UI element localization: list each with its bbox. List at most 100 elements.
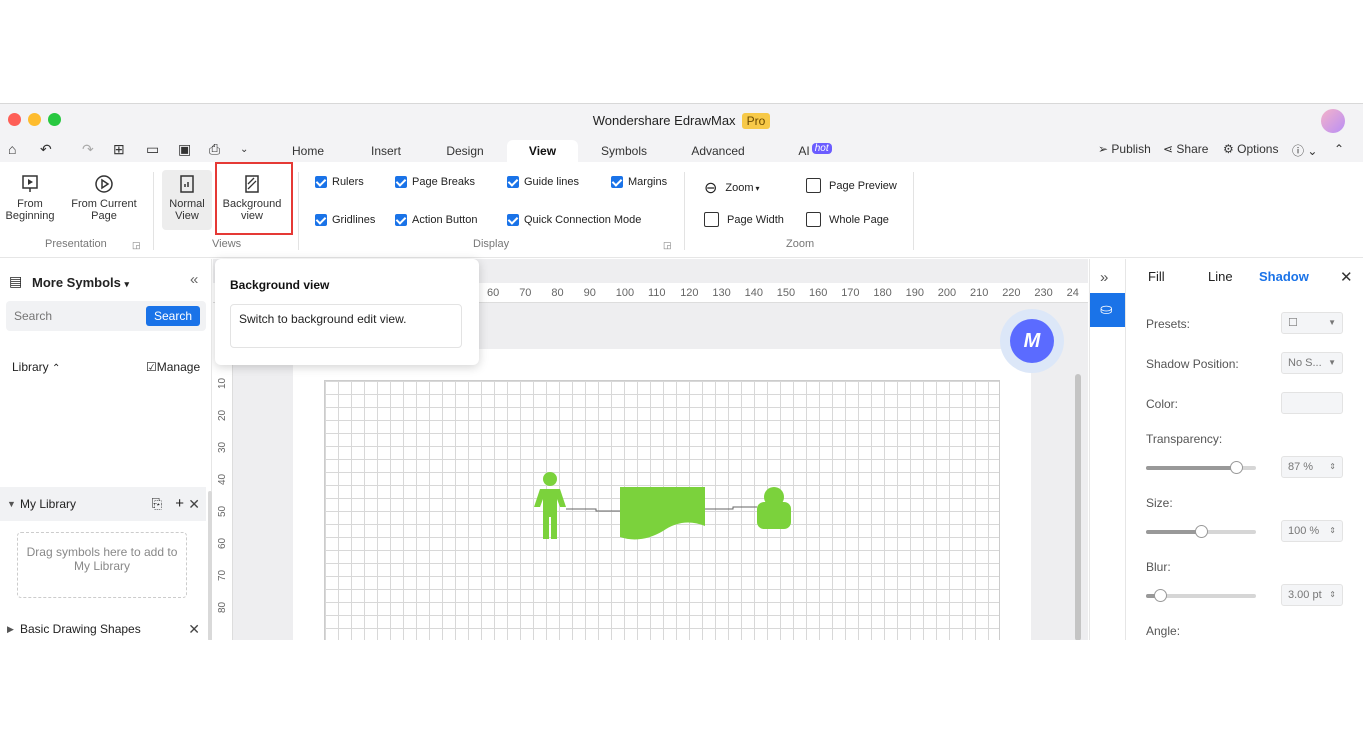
dialog-launcher-icon[interactable]: ◲ xyxy=(663,240,672,251)
vertical-scrollbar[interactable] xyxy=(1075,374,1081,640)
page-preview-button[interactable]: Page Preview xyxy=(806,178,897,193)
tab-home[interactable]: Home xyxy=(283,140,333,162)
import-icon[interactable]: ⎘ xyxy=(152,487,162,521)
rulers-label: Rulers xyxy=(332,176,364,188)
collapse-panel-icon[interactable]: « xyxy=(190,271,198,288)
window-title: Wondershare EdrawMax Pro xyxy=(0,113,1363,129)
ruler-tick: 30 xyxy=(217,441,228,453)
size-stepper[interactable]: 100 % ⇕ xyxy=(1281,520,1343,542)
stepper-icon[interactable]: ⇕ xyxy=(1329,521,1336,541)
library-header[interactable]: Library ⌃ xyxy=(12,360,60,374)
home-icon[interactable]: ⌂ xyxy=(8,141,16,157)
color-picker[interactable] xyxy=(1281,392,1343,414)
from-beginning-label: From Beginning xyxy=(5,198,55,222)
expand-panel-icon[interactable]: » xyxy=(1100,269,1108,286)
tab-insert[interactable]: Insert xyxy=(363,140,409,162)
whole-page-button[interactable]: Whole Page xyxy=(806,212,889,227)
close-icon[interactable]: ✕ xyxy=(188,487,200,521)
tab-view[interactable]: View xyxy=(507,140,578,162)
new-icon[interactable]: ⊞ xyxy=(113,141,125,158)
margins-checkbox[interactable]: Margins xyxy=(611,176,667,188)
shadow-position-select[interactable]: No S... ▼ xyxy=(1281,352,1343,374)
manage-button[interactable]: ☑Manage xyxy=(146,360,200,374)
presets-select[interactable]: ☐ ▼ xyxy=(1281,312,1343,334)
ai-logo-icon: M xyxy=(1010,319,1054,363)
publish-button[interactable]: ➢ Publish xyxy=(1098,142,1151,156)
ruler-tick: 130 xyxy=(712,287,731,299)
print-icon[interactable]: ⎙ xyxy=(209,141,220,158)
tooltip-title: Background view xyxy=(230,278,330,292)
connector-line[interactable] xyxy=(566,508,620,512)
document-shape[interactable] xyxy=(620,487,705,540)
share-button[interactable]: ⋖ Share xyxy=(1163,142,1208,156)
library-drop-zone[interactable]: Drag symbols here to add to My Library xyxy=(17,532,187,598)
transparency-slider[interactable] xyxy=(1146,461,1256,474)
tab-advanced[interactable]: Advanced xyxy=(686,140,750,162)
tab-symbols[interactable]: Symbols xyxy=(596,140,652,162)
help-icon[interactable]: ⓘ ⌄ xyxy=(1292,142,1317,159)
undo-icon[interactable]: ↶ xyxy=(40,141,52,158)
diagram xyxy=(534,472,791,540)
gear-icon: ⚙ xyxy=(1223,142,1234,156)
options-button[interactable]: ⚙ Options xyxy=(1223,142,1278,156)
open-folder-icon[interactable]: ▭ xyxy=(146,141,159,158)
title-bar: Wondershare EdrawMax Pro xyxy=(0,104,1363,136)
close-icon[interactable]: ✕ xyxy=(1340,268,1353,286)
stepper-icon[interactable]: ⇕ xyxy=(1329,585,1336,605)
page-width-button[interactable]: Page Width xyxy=(704,212,784,227)
slider-knob[interactable] xyxy=(1195,525,1208,538)
pro-badge: Pro xyxy=(741,113,771,129)
page-width-label: Page Width xyxy=(727,213,784,226)
connector-line[interactable] xyxy=(705,506,757,510)
more-symbols-title[interactable]: More Symbols ▾ xyxy=(32,275,129,290)
avatar[interactable] xyxy=(1321,109,1345,133)
gridlines-checkbox[interactable]: Gridlines xyxy=(315,214,375,226)
person-shape[interactable] xyxy=(534,472,566,539)
transparency-stepper[interactable]: 87 % ⇕ xyxy=(1281,456,1343,478)
guide-lines-checkbox[interactable]: Guide lines xyxy=(507,176,579,188)
checkbox-checked-icon xyxy=(507,214,519,226)
group-label-display: Display xyxy=(473,238,510,250)
ai-assistant-button[interactable]: M xyxy=(1000,309,1064,373)
from-current-page-button[interactable]: From Current Page xyxy=(68,174,140,222)
collapse-ribbon-icon[interactable]: ⌃ xyxy=(1334,142,1344,156)
page-breaks-checkbox[interactable]: Page Breaks xyxy=(395,176,475,188)
divider xyxy=(153,172,154,250)
panel-scrollbar[interactable] xyxy=(208,491,212,640)
basic-drawing-shapes-section[interactable]: ▶ Basic Drawing Shapes ✕ xyxy=(0,612,206,640)
slider-knob[interactable] xyxy=(1230,461,1243,474)
close-icon[interactable]: ✕ xyxy=(188,612,200,640)
chevron-down-icon: ▼ xyxy=(1328,358,1336,367)
from-beginning-button[interactable]: From Beginning xyxy=(4,174,56,222)
page-preview-label: Page Preview xyxy=(829,179,897,192)
tab-shadow[interactable]: Shadow xyxy=(1259,269,1309,284)
action-button-checkbox[interactable]: Action Button xyxy=(395,214,477,226)
size-slider[interactable] xyxy=(1146,525,1256,538)
blur-slider[interactable] xyxy=(1146,589,1256,602)
tab-fill[interactable]: Fill xyxy=(1148,269,1165,284)
tab-ai[interactable]: AI hot xyxy=(790,140,840,162)
add-icon[interactable]: + xyxy=(175,487,184,521)
quick-connection-checkbox[interactable]: Quick Connection Mode xyxy=(507,214,641,226)
zoom-dropdown[interactable]: ⊖ Zoom ▾ xyxy=(704,178,760,198)
rulers-checkbox[interactable]: Rulers xyxy=(315,176,364,188)
ruler-tick: 90 xyxy=(583,287,596,299)
tab-design[interactable]: Design xyxy=(440,140,490,162)
edit-icon: ☑ xyxy=(146,360,157,374)
app-title: Wondershare EdrawMax xyxy=(592,113,736,128)
more-icon[interactable]: ⌄ xyxy=(240,144,248,155)
search-input[interactable] xyxy=(6,301,146,331)
fill-tool-button[interactable]: ⛀ xyxy=(1090,293,1126,327)
dialog-launcher-icon[interactable]: ◲ xyxy=(132,240,141,251)
normal-view-button[interactable]: Normal View xyxy=(162,170,212,230)
blur-stepper[interactable]: 3.00 pt ⇕ xyxy=(1281,584,1343,606)
user-shape[interactable] xyxy=(757,487,791,529)
my-library-section[interactable]: ▼ My Library ⎘ + ✕ xyxy=(0,487,206,521)
slider-knob[interactable] xyxy=(1154,589,1167,602)
redo-icon[interactable]: ↷ xyxy=(82,141,94,158)
tab-line[interactable]: Line xyxy=(1208,269,1233,284)
save-icon[interactable]: ▣ xyxy=(178,141,191,158)
ruler-tick: 60 xyxy=(217,537,228,549)
stepper-icon[interactable]: ⇕ xyxy=(1329,457,1336,477)
search-button[interactable]: Search xyxy=(146,306,200,326)
